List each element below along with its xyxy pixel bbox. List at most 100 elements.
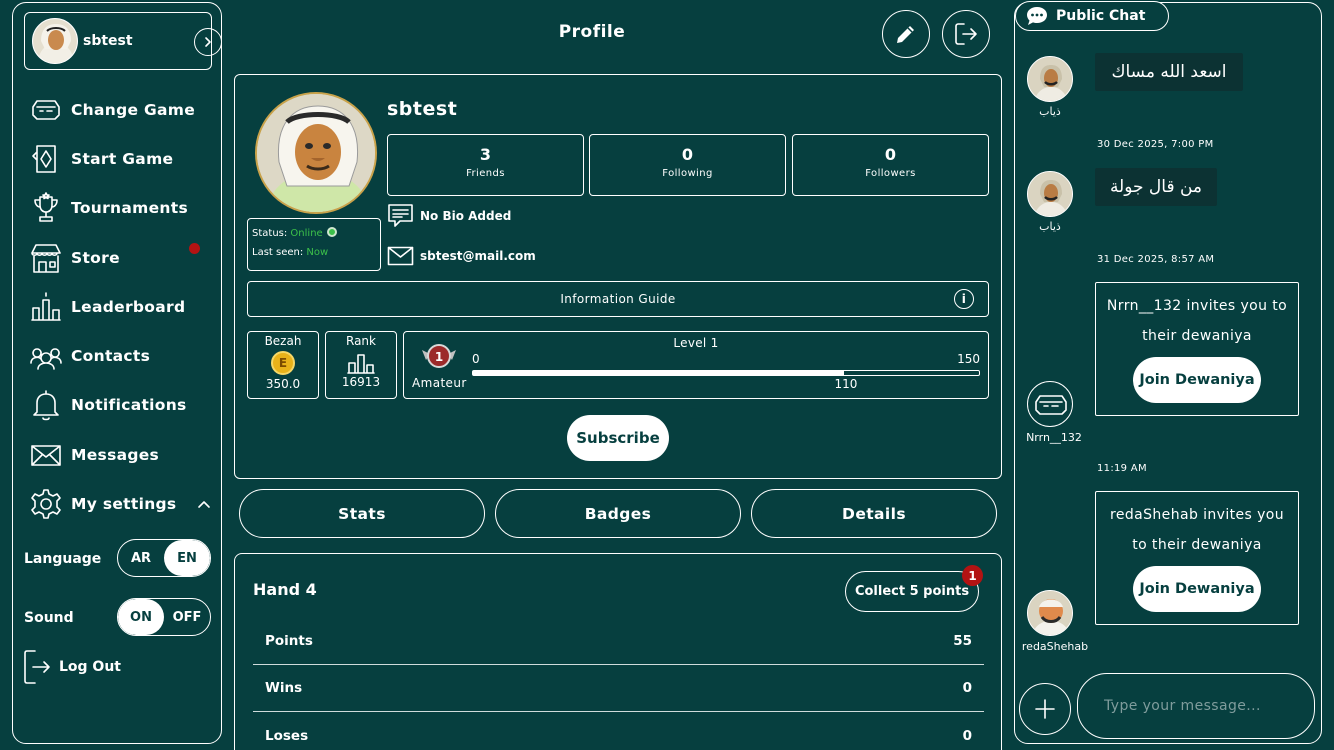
dewaniya-invite: Nrrn__132 invites you to their dewaniya …: [1095, 282, 1299, 416]
message-timestamp: 30 Dec 2025, 7:00 PM: [1097, 139, 1214, 150]
rank-value: 16913: [341, 375, 381, 389]
join-dewaniya-button[interactable]: Join Dewaniya: [1133, 566, 1261, 612]
language-option-ar[interactable]: AR: [118, 540, 164, 576]
user-name: sbtest: [83, 33, 133, 49]
email-line: sbtest@mail.com: [387, 246, 536, 266]
logout-icon: [24, 650, 50, 684]
message-bubble: من قال جولة: [1095, 168, 1217, 206]
message-author: redaShehab: [1021, 640, 1089, 653]
sidebar-item-label: Messages: [71, 446, 160, 464]
game-board-icon: [32, 100, 60, 120]
status-value: Online: [290, 228, 323, 239]
tab-badges[interactable]: Badges: [495, 489, 741, 538]
bezah-label: Bezah: [264, 334, 302, 348]
level-title: Level 1: [673, 336, 719, 350]
tab-stats[interactable]: Stats: [239, 489, 485, 538]
sound-option-off[interactable]: OFF: [164, 599, 210, 635]
avatar[interactable]: [1027, 381, 1073, 427]
stat-label: Following: [662, 168, 713, 179]
stat-row-label: Points: [265, 633, 313, 649]
stat-row-wins: Wins 0: [253, 665, 984, 712]
collect-points-button[interactable]: Collect 5 points: [845, 571, 979, 612]
stat-row-value: 0: [962, 727, 972, 744]
language-option-en[interactable]: EN: [164, 540, 210, 576]
game-board-icon: [1035, 395, 1067, 415]
avatar[interactable]: [1027, 590, 1073, 636]
profile-card: sbtest 3 Friends 0 Following 0 Followers…: [234, 74, 1002, 479]
level-min: 0: [472, 352, 480, 366]
message-author: ذياب: [1039, 105, 1061, 118]
chevron-up-icon[interactable]: [197, 497, 211, 511]
sidebar-item-label: Notifications: [71, 396, 187, 414]
stat-value: 0: [681, 145, 694, 164]
followers-stat[interactable]: 0 Followers: [792, 134, 989, 196]
public-chat-title: Public Chat: [1056, 8, 1146, 24]
sidebar-item-label: My settings: [71, 495, 177, 513]
tab-details[interactable]: Details: [751, 489, 997, 538]
logout-header-button[interactable]: [942, 10, 990, 58]
sidebar-item-leaderboard[interactable]: Leaderboard: [29, 287, 219, 327]
avatar: [32, 18, 78, 64]
sidebar-item-my-settings[interactable]: My settings: [29, 484, 219, 524]
last-seen-label: Last seen:: [252, 247, 304, 258]
avatar[interactable]: [1027, 56, 1073, 102]
stat-label: Followers: [865, 168, 916, 179]
join-dewaniya-button[interactable]: Join Dewaniya: [1133, 357, 1261, 403]
coin-icon: E: [271, 351, 295, 375]
information-guide-button[interactable]: Information Guide i: [247, 281, 989, 317]
level-box: 1 Amateur Level 1 0 150 110: [403, 331, 989, 399]
sidebar-item-messages[interactable]: Messages: [29, 435, 219, 475]
online-indicator: [326, 227, 337, 237]
public-chat-header[interactable]: Public Chat: [1015, 1, 1169, 31]
collect-badge: 1: [962, 565, 983, 586]
user-card[interactable]: sbtest: [24, 12, 222, 70]
information-guide-label: Information Guide: [560, 292, 676, 306]
add-attachment-button[interactable]: [1019, 683, 1071, 735]
bio-text: No Bio Added: [420, 209, 512, 223]
page-title: Profile: [558, 22, 626, 42]
sidebar-item-label: Contacts: [71, 347, 151, 365]
message-author: Nrrn__132: [1026, 431, 1082, 444]
invite-text: Nrrn__132 invites you to their dewaniya: [1106, 298, 1288, 344]
sidebar-item-start-game[interactable]: Start Game: [29, 139, 219, 179]
sidebar-item-label: Tournaments: [71, 199, 188, 217]
svg-text:1: 1: [435, 350, 443, 364]
sidebar: sbtest Change Game Start Game Tournament…: [12, 2, 222, 744]
sidebar-item-notifications[interactable]: Notifications: [29, 385, 219, 425]
leaderboard-icon: [347, 354, 375, 374]
message-bubble: اسعد الله مساك: [1095, 53, 1243, 91]
message-timestamp: 31 Dec 2025, 8:57 AM: [1097, 254, 1215, 265]
hand-title: Hand 4: [253, 580, 317, 599]
envelope-icon: [387, 246, 414, 266]
chat-message-input[interactable]: [1077, 673, 1315, 739]
sidebar-item-change-game[interactable]: Change Game: [29, 90, 219, 130]
avatar[interactable]: [1027, 171, 1073, 217]
rank-box: Rank 16913: [325, 331, 397, 399]
sound-option-on[interactable]: ON: [118, 599, 164, 635]
friends-stat[interactable]: 3 Friends: [387, 134, 584, 196]
sidebar-item-tournaments[interactable]: Tournaments: [29, 188, 219, 228]
stat-value: 0: [884, 145, 897, 164]
stats-panel: Hand 4 Collect 5 points 1 Points 55 Wins…: [234, 553, 1002, 750]
bezah-value: 350.0: [265, 377, 301, 391]
sidebar-item-contacts[interactable]: Contacts: [29, 336, 219, 376]
info-icon: i: [954, 289, 974, 309]
leaderboard-icon: [31, 292, 61, 321]
rank-label: Rank: [346, 334, 376, 348]
language-toggle[interactable]: AR EN: [117, 539, 211, 577]
subscribe-button[interactable]: Subscribe: [567, 415, 669, 461]
bezah-box: Bezah E 350.0: [247, 331, 319, 399]
chevron-right-icon[interactable]: [194, 28, 222, 56]
gear-icon: [31, 489, 61, 519]
edit-profile-button[interactable]: [882, 10, 930, 58]
stat-row-loses: Loses 0: [253, 712, 984, 750]
logout-button[interactable]: Log Out: [23, 648, 133, 686]
cards-icon: [32, 145, 56, 173]
bell-icon: [33, 390, 59, 421]
level-current: 110: [834, 377, 858, 391]
sound-toggle[interactable]: ON OFF: [117, 598, 211, 636]
following-stat[interactable]: 0 Following: [589, 134, 786, 196]
dewaniya-invite: redaShehab invites you to their dewaniya…: [1095, 491, 1299, 625]
stat-row-points: Points 55: [253, 618, 984, 665]
sidebar-item-label: Store: [71, 249, 120, 267]
